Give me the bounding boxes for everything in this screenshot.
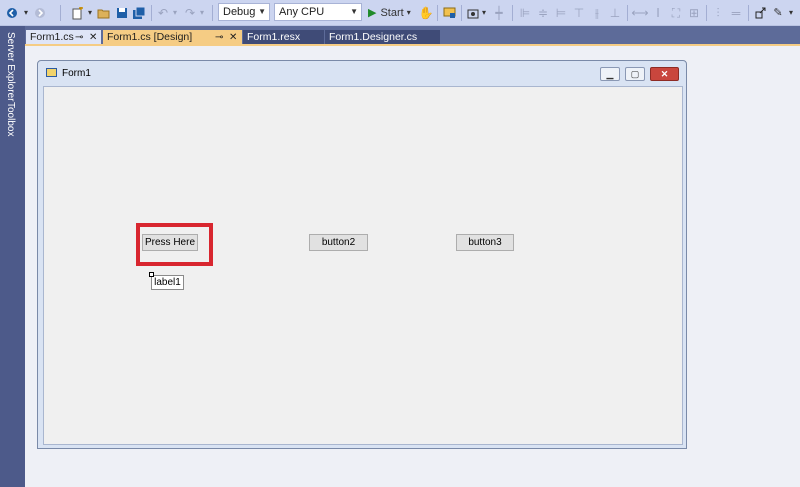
platform-combo[interactable]: Any CPU ▼ <box>274 3 362 21</box>
form-window[interactable]: Form1 ▁ ▢ ✕ <box>37 60 687 449</box>
minimize-button[interactable]: ▁ <box>600 67 620 81</box>
platform-value: Any CPU <box>279 6 325 18</box>
align-bottoms-icon[interactable]: ⊥ <box>608 4 622 22</box>
screenshot-dropdown-icon[interactable]: ▾ <box>480 4 488 22</box>
toolbar: ▾ ▾ ↶ ▾ ↷ ▾ Debug ▼ Any CPU ▼ ▶ Start ▾ … <box>0 0 800 26</box>
vertical-spacing-icon[interactable]: ═ <box>729 4 743 22</box>
close-icon[interactable]: ✕ <box>229 30 237 45</box>
new-project-icon[interactable] <box>69 4 85 22</box>
highlight-box <box>136 223 213 266</box>
form-icon <box>46 68 57 77</box>
align-middles-icon[interactable]: ⫲ <box>590 4 604 22</box>
undo-dropdown-icon[interactable]: ▾ <box>171 4 179 22</box>
lock-controls-icon[interactable]: ✎ <box>771 4 785 22</box>
form-titlebar: Form1 ▁ ▢ ✕ <box>38 61 686 87</box>
button3[interactable]: button3 <box>456 234 514 251</box>
forward-icon[interactable] <box>32 4 48 22</box>
form-title: Form1 <box>62 68 91 79</box>
align-rights-icon[interactable]: ⊨ <box>554 4 568 22</box>
chevron-down-icon: ▼ <box>258 7 266 16</box>
label1[interactable]: label1 <box>151 275 184 290</box>
screenshot-icon[interactable] <box>466 4 480 22</box>
make-same-height-icon[interactable]: Ⅰ <box>651 4 665 22</box>
redo-icon[interactable]: ↷ <box>183 4 197 22</box>
toolbox-tab[interactable]: Toolbox <box>5 102 16 136</box>
maximize-icon: ▢ <box>630 69 640 79</box>
attach-icon[interactable]: ✋ <box>419 4 434 22</box>
selection-handle[interactable] <box>149 272 154 277</box>
configuration-combo[interactable]: Debug ▼ <box>218 3 270 21</box>
open-folder-icon[interactable] <box>96 4 112 22</box>
maximize-button[interactable]: ▢ <box>625 67 645 81</box>
close-icon[interactable]: ✕ <box>89 30 97 45</box>
save-icon[interactable] <box>114 4 130 22</box>
button2[interactable]: button2 <box>309 234 368 251</box>
back-dropdown-icon[interactable]: ▾ <box>21 4 31 22</box>
pin-icon[interactable]: ⊸ <box>75 30 83 45</box>
start-button[interactable]: ▶ Start ▾ <box>368 4 416 22</box>
pin-icon[interactable]: ⊸ <box>215 30 223 45</box>
horizontal-spacing-icon[interactable]: ⫶ <box>711 4 725 22</box>
align-tops-icon[interactable]: ⊤ <box>572 4 586 22</box>
make-same-size-icon[interactable]: ⊞ <box>687 4 701 22</box>
configuration-value: Debug <box>223 6 256 18</box>
make-same-width-icon[interactable]: ⟷ <box>631 4 648 22</box>
server-explorer-tab[interactable]: Server Explorer <box>5 32 16 101</box>
align-to-grid-icon[interactable]: ┿ <box>492 4 506 22</box>
redo-dropdown-icon[interactable]: ▾ <box>198 4 206 22</box>
back-icon[interactable] <box>4 4 20 22</box>
align-centers-icon[interactable]: ≑ <box>536 4 550 22</box>
size-to-grid-icon[interactable]: ⛶ <box>669 4 683 22</box>
chevron-down-icon: ▾ <box>406 8 411 17</box>
side-panel: Server Explorer Toolbox <box>0 26 25 487</box>
tab-order-icon[interactable] <box>754 4 768 22</box>
new-dropdown-icon[interactable]: ▾ <box>86 4 94 22</box>
minimize-icon: ▁ <box>606 69 614 79</box>
close-icon: ✕ <box>660 69 669 79</box>
toolbar-overflow-icon[interactable]: ▾ <box>787 4 795 22</box>
close-button[interactable]: ✕ <box>650 67 679 81</box>
find-icon[interactable] <box>441 4 457 22</box>
align-lefts-icon[interactable]: ⊫ <box>518 4 532 22</box>
chevron-down-icon: ▼ <box>350 7 358 16</box>
play-icon: ▶ <box>368 7 377 19</box>
tab-label: Form1.cs [Design] <box>107 31 193 43</box>
tab-label: Form1.cs <box>30 31 74 43</box>
tab-label: Form1.resx <box>247 31 301 43</box>
document-tabstrip: Form1.cs ⊸ ✕ Form1.cs [Design] ⊸ ✕ Form1… <box>25 26 800 46</box>
undo-icon[interactable]: ↶ <box>156 4 170 22</box>
start-label: Start <box>380 7 404 19</box>
tab-label: Form1.Designer.cs <box>329 31 418 43</box>
save-all-icon[interactable] <box>131 4 147 22</box>
